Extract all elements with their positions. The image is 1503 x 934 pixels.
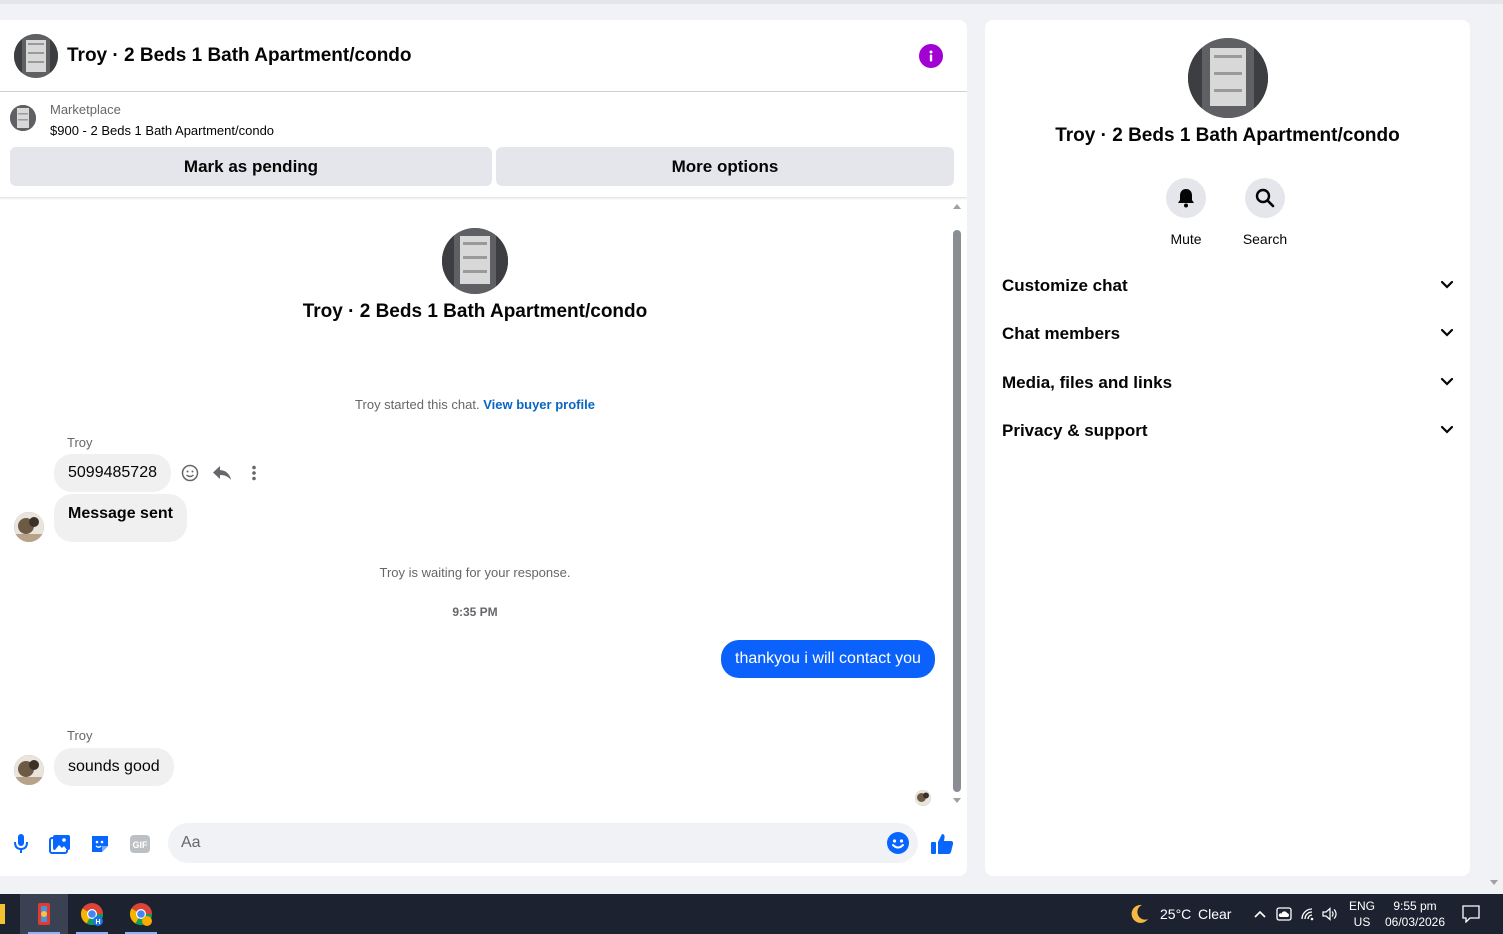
section-title: Chat members: [1002, 324, 1121, 343]
thread-scrollbar-thumb[interactable]: [953, 230, 961, 792]
waiting-response-notice: Troy is waiting for your response.: [379, 565, 571, 580]
message-input[interactable]: [168, 823, 868, 863]
system-clock[interactable]: 9:55 pm 06/03/2026: [1380, 898, 1450, 930]
listing-price-title[interactable]: $900 - 2 Beds 1 Bath Apartment/condo: [50, 123, 274, 138]
chat-title[interactable]: Troy · 2 Beds 1 Bath Apartment/condo: [67, 45, 412, 67]
info-panel-title: Troy · 2 Beds 1 Bath Apartment/condo: [1055, 125, 1400, 146]
chat-panel: Troy · 2 Beds 1 Bath Apartment/condo Mar…: [0, 20, 967, 876]
taskbar-app-pinned[interactable]: [20, 894, 68, 934]
input-language[interactable]: ENG US: [1346, 898, 1378, 930]
outgoing-message-bubble[interactable]: thankyou i will contact you: [721, 640, 935, 678]
view-buyer-profile-link[interactable]: View buyer profile: [483, 397, 595, 412]
sender-avatar[interactable]: [14, 512, 44, 542]
emoji-icon[interactable]: [886, 831, 910, 855]
search-label: Search: [1242, 231, 1288, 247]
section-title: Privacy & support: [1002, 421, 1148, 440]
more-options-button[interactable]: More options: [496, 147, 954, 186]
listing-thumbnail[interactable]: [10, 105, 36, 131]
svg-text:H: H: [95, 919, 100, 926]
search-icon: [1245, 178, 1285, 218]
language-code: ENG: [1348, 899, 1375, 913]
network-icon[interactable]: [1300, 906, 1316, 922]
language-region: US: [1353, 915, 1371, 929]
photo-gallery-icon[interactable]: [48, 832, 72, 856]
message-input-container: [168, 823, 918, 863]
listing-source-label: Marketplace: [50, 102, 121, 117]
sticker-icon[interactable]: [88, 832, 112, 856]
onedrive-cloud-icon[interactable]: [1276, 906, 1292, 922]
marketplace-listing-bar: Marketplace $900 - 2 Beds 1 Bath Apartme…: [0, 92, 967, 198]
page-scroll-down-arrow[interactable]: [1490, 880, 1498, 885]
thread-scroll-up-arrow[interactable]: [953, 204, 961, 209]
message-sender-name: Troy: [67, 728, 93, 743]
volume-icon[interactable]: [1322, 906, 1338, 922]
thread-header-title: Troy · 2 Beds 1 Bath Apartment/condo: [302, 301, 648, 322]
chat-started-text: Troy started this chat.: [355, 397, 480, 412]
chrome-profile-icon[interactable]: [117, 894, 165, 934]
svg-text:GIF: GIF: [133, 840, 149, 850]
sender-avatar[interactable]: [14, 755, 44, 785]
mute-button[interactable]: Mute: [1146, 178, 1226, 247]
message-bubble[interactable]: 5099485728: [54, 454, 171, 492]
more-vertical-icon[interactable]: [244, 463, 264, 483]
weather-moon-icon[interactable]: [1128, 903, 1150, 925]
clock-date: 06/03/2026: [1384, 915, 1446, 929]
weather-temperature[interactable]: 25°C: [1160, 906, 1191, 922]
info-panel-avatar[interactable]: [1188, 38, 1268, 118]
section-media-files-links[interactable]: Media, files and links: [1002, 366, 1454, 400]
message-bubble[interactable]: sounds good: [54, 748, 174, 786]
thumbs-up-icon[interactable]: [930, 832, 954, 856]
conversation-info-panel: Troy · 2 Beds 1 Bath Apartment/condo Mut…: [985, 20, 1470, 876]
chrome-profile-h-icon[interactable]: H: [68, 894, 116, 934]
notification-center-icon[interactable]: [1462, 905, 1480, 923]
section-privacy-support[interactable]: Privacy & support: [1002, 414, 1454, 448]
chat-started-notice: Troy started this chat. View buyer profi…: [0, 397, 950, 412]
clock-time: 9:55 pm: [1393, 899, 1437, 913]
microphone-icon[interactable]: [9, 832, 33, 856]
search-button[interactable]: Search: [1225, 178, 1305, 247]
listing-avatar[interactable]: [14, 33, 58, 78]
chevron-down-icon: [1440, 325, 1454, 343]
info-icon[interactable]: [919, 44, 943, 68]
section-title: Customize chat: [1002, 276, 1128, 295]
message-bubble[interactable]: Message sent: [54, 494, 187, 542]
gif-icon[interactable]: GIF: [128, 832, 152, 856]
mute-label: Mute: [1170, 231, 1202, 247]
mark-as-pending-button[interactable]: Mark as pending: [10, 147, 492, 186]
section-title: Media, files and links: [1002, 373, 1173, 392]
reply-icon[interactable]: [212, 463, 232, 483]
bell-icon: [1166, 178, 1206, 218]
message-timestamp: 9:35 PM: [452, 605, 498, 619]
chevron-down-icon: [1440, 277, 1454, 295]
chevron-down-icon: [1440, 422, 1454, 440]
thread-header-avatar[interactable]: [442, 228, 508, 294]
chevron-down-icon: [1440, 374, 1454, 392]
react-emoji-icon[interactable]: [180, 463, 200, 483]
seen-indicator-avatar: [915, 790, 931, 806]
windows-taskbar: H 25°C Clear ENG US 9:55 pm 06/03/2026: [0, 894, 1503, 934]
browser-top-strip: [0, 0, 1503, 4]
message-sender-name: Troy: [67, 435, 93, 450]
message-actions: [180, 463, 264, 483]
section-customize-chat[interactable]: Customize chat: [1002, 269, 1454, 303]
chevron-up-icon[interactable]: [1252, 906, 1268, 922]
chat-header: Troy · 2 Beds 1 Bath Apartment/condo: [0, 20, 967, 92]
thread-scroll-down-arrow[interactable]: [953, 798, 961, 803]
taskbar-edge-app[interactable]: [0, 904, 5, 924]
section-chat-members[interactable]: Chat members: [1002, 317, 1454, 351]
weather-condition[interactable]: Clear: [1198, 906, 1231, 922]
